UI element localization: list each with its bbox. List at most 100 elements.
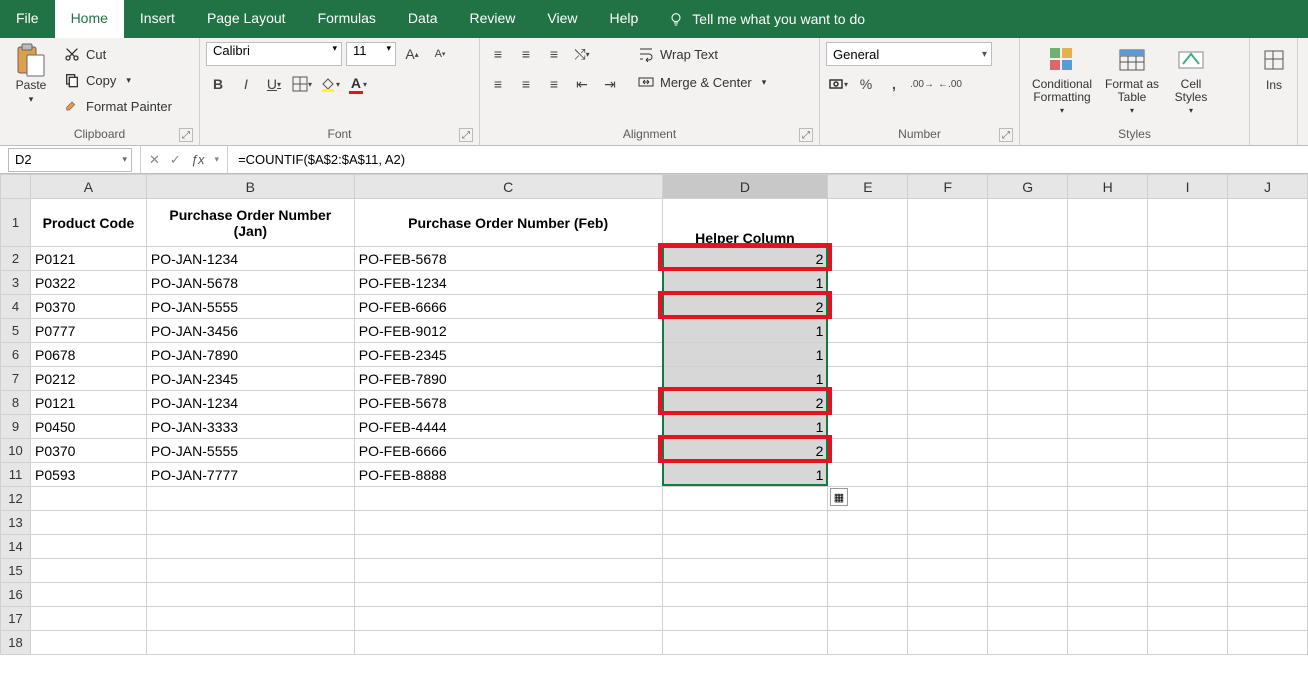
row-header[interactable]: 6 — [1, 343, 31, 367]
cell[interactable] — [1228, 559, 1308, 583]
cell[interactable] — [828, 295, 908, 319]
alignment-dialog-launcher[interactable]: ⤢ — [799, 128, 813, 142]
cell[interactable] — [828, 199, 908, 247]
cell[interactable]: P0593 — [30, 463, 146, 487]
cell[interactable] — [1068, 295, 1148, 319]
cell[interactable] — [1228, 607, 1308, 631]
cell[interactable]: Purchase Order Number (Feb) — [354, 199, 662, 247]
col-header-i[interactable]: I — [1148, 175, 1228, 199]
cell[interactable] — [988, 631, 1068, 655]
decrease-font-button[interactable]: A▾ — [428, 42, 452, 66]
cell[interactable] — [1068, 463, 1148, 487]
cell[interactable] — [30, 535, 146, 559]
cell[interactable] — [30, 487, 146, 511]
cell[interactable]: PO-JAN-2345 — [146, 367, 354, 391]
cell[interactable] — [1068, 583, 1148, 607]
spreadsheet-area[interactable]: A B C D E F G H I J 1 Product Code Purch… — [0, 174, 1308, 655]
cell[interactable] — [828, 511, 908, 535]
cell[interactable] — [1228, 415, 1308, 439]
cell[interactable] — [30, 511, 146, 535]
cell[interactable] — [1228, 487, 1308, 511]
cell[interactable] — [354, 559, 662, 583]
row-header[interactable]: 17 — [1, 607, 31, 631]
cell[interactable] — [828, 631, 908, 655]
cell[interactable] — [1068, 535, 1148, 559]
cell[interactable]: P0777 — [30, 319, 146, 343]
cell[interactable]: 2 — [662, 391, 828, 415]
cell[interactable] — [1228, 367, 1308, 391]
cell[interactable] — [988, 439, 1068, 463]
cell[interactable]: P0212 — [30, 367, 146, 391]
italic-button[interactable]: I — [234, 72, 258, 96]
cell[interactable]: PO-FEB-9012 — [354, 319, 662, 343]
cell[interactable] — [1068, 607, 1148, 631]
row-header[interactable]: 14 — [1, 535, 31, 559]
cell[interactable]: PO-FEB-1234 — [354, 271, 662, 295]
col-header-h[interactable]: H — [1068, 175, 1148, 199]
align-bottom-button[interactable]: ≡ — [542, 42, 566, 66]
cell[interactable]: PO-FEB-6666 — [354, 295, 662, 319]
cell[interactable] — [908, 463, 988, 487]
cell[interactable]: PO-FEB-5678 — [354, 247, 662, 271]
increase-indent-button[interactable]: ⇥ — [598, 72, 622, 96]
align-middle-button[interactable]: ≡ — [514, 42, 538, 66]
cell[interactable] — [828, 415, 908, 439]
cell[interactable] — [1228, 343, 1308, 367]
cell[interactable] — [1148, 271, 1228, 295]
cell[interactable]: PO-FEB-6666 — [354, 439, 662, 463]
cell[interactable] — [1228, 439, 1308, 463]
cell[interactable]: P0322 — [30, 271, 146, 295]
cell[interactable] — [908, 367, 988, 391]
cell[interactable] — [1228, 247, 1308, 271]
cell[interactable] — [828, 343, 908, 367]
cell[interactable] — [988, 511, 1068, 535]
cell[interactable] — [988, 247, 1068, 271]
cell[interactable] — [988, 487, 1068, 511]
copy-button[interactable]: Copy▾ — [60, 68, 176, 92]
col-header-g[interactable]: G — [988, 175, 1068, 199]
cell[interactable] — [988, 583, 1068, 607]
cell[interactable] — [146, 535, 354, 559]
cell[interactable] — [662, 559, 828, 583]
tab-home[interactable]: Home — [55, 0, 124, 38]
tab-file[interactable]: File — [0, 0, 55, 38]
cell[interactable]: 1 — [662, 319, 828, 343]
cell[interactable] — [662, 607, 828, 631]
cell[interactable]: P0450 — [30, 415, 146, 439]
cell[interactable] — [146, 631, 354, 655]
enter-formula-button[interactable]: ✓ — [170, 152, 181, 168]
orientation-button[interactable]: ⤭▾ — [570, 42, 594, 66]
cell[interactable] — [354, 511, 662, 535]
cell[interactable] — [828, 391, 908, 415]
row-header[interactable]: 2 — [1, 247, 31, 271]
decrease-decimal-button[interactable]: ←.00 — [938, 72, 962, 96]
cell[interactable]: PO-JAN-1234 — [146, 247, 354, 271]
cell[interactable] — [1148, 511, 1228, 535]
cell[interactable] — [1068, 559, 1148, 583]
cell[interactable] — [1228, 319, 1308, 343]
cell[interactable]: PO-JAN-1234 — [146, 391, 354, 415]
cell[interactable] — [1068, 391, 1148, 415]
cell[interactable] — [908, 343, 988, 367]
cell[interactable] — [988, 295, 1068, 319]
row-header[interactable]: 3 — [1, 271, 31, 295]
number-format-select[interactable]: General — [826, 42, 992, 66]
col-header-c[interactable]: C — [354, 175, 662, 199]
cell[interactable]: P0678 — [30, 343, 146, 367]
cell[interactable]: Purchase Order Number (Jan) — [146, 199, 354, 247]
cell[interactable]: PO-FEB-4444 — [354, 415, 662, 439]
cell[interactable] — [662, 487, 828, 511]
cell[interactable]: PO-JAN-7777 — [146, 463, 354, 487]
name-box[interactable]: D2▾ — [8, 148, 132, 172]
tab-review[interactable]: Review — [454, 0, 532, 38]
cell[interactable] — [988, 415, 1068, 439]
cell[interactable] — [1228, 391, 1308, 415]
align-center-button[interactable]: ≡ — [514, 72, 538, 96]
row-header[interactable]: 1 — [1, 199, 31, 247]
font-name-select[interactable]: Calibri▾ — [206, 42, 342, 66]
tab-pagelayout[interactable]: Page Layout — [191, 0, 302, 38]
cell[interactable] — [908, 247, 988, 271]
cell[interactable]: 2 — [662, 439, 828, 463]
cell[interactable] — [988, 559, 1068, 583]
cell[interactable] — [1228, 631, 1308, 655]
